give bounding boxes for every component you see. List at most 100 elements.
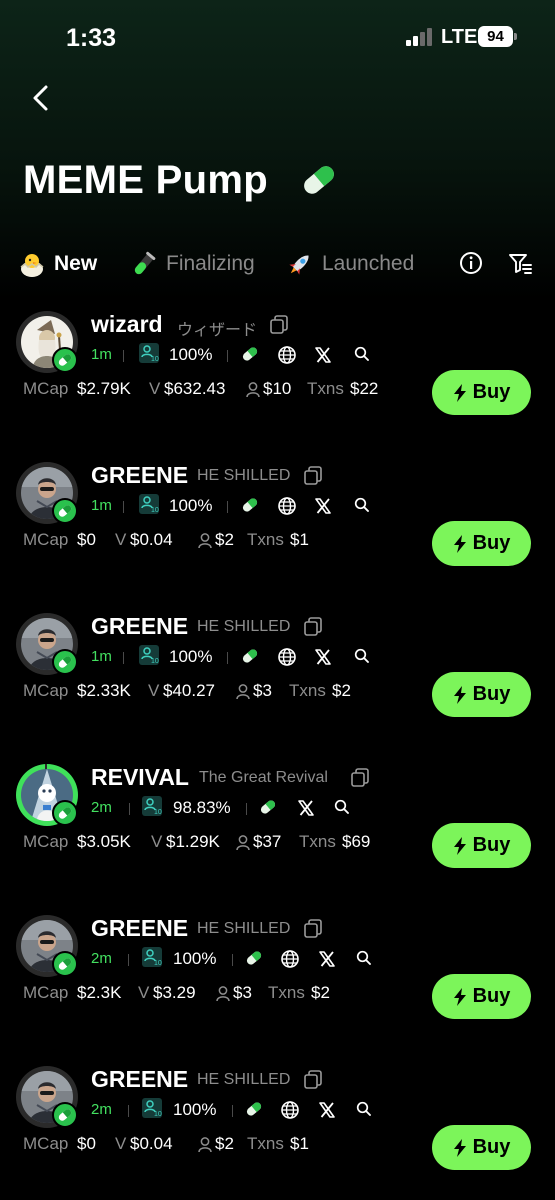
buy-button[interactable]: Buy — [432, 672, 531, 717]
token-subtitle: HE SHILLED — [197, 467, 291, 484]
website-link-icon[interactable] — [280, 1100, 300, 1120]
mcap-label: MCap — [23, 379, 69, 398]
token-subtitle: ウィザード — [177, 322, 258, 339]
pill-badge-icon — [52, 347, 78, 373]
lightning-icon — [453, 987, 473, 1007]
back-button[interactable] — [24, 80, 60, 116]
divider — [123, 501, 124, 513]
x-link-icon[interactable] — [317, 949, 337, 969]
token-name[interactable]: wizard — [91, 311, 163, 338]
pill-link-icon[interactable] — [259, 798, 279, 818]
divider — [227, 350, 228, 362]
x-link-icon[interactable] — [313, 647, 333, 667]
volume-label: V — [138, 983, 150, 1002]
pill-icon — [304, 166, 334, 194]
token-avatar[interactable] — [16, 1066, 78, 1128]
lightning-icon — [453, 1138, 473, 1158]
copy-icon[interactable] — [302, 465, 324, 487]
volume-label: V — [151, 832, 163, 851]
x-link-icon[interactable] — [317, 1100, 337, 1120]
search-icon[interactable] — [353, 647, 373, 667]
token-name[interactable]: GREENE — [91, 462, 188, 489]
volume-value: $632.43 — [164, 379, 226, 398]
divider — [232, 954, 233, 966]
tab-new[interactable]: New — [18, 246, 97, 282]
pill-link-icon[interactable] — [245, 949, 265, 969]
search-icon[interactable] — [333, 798, 353, 818]
x-link-icon[interactable] — [313, 496, 333, 516]
token-avatar[interactable] — [16, 311, 78, 373]
buy-button[interactable]: Buy — [432, 823, 531, 868]
top-holders-icon: 10 — [141, 946, 162, 968]
mcap-value: $2.3K — [77, 983, 122, 1002]
svg-text:10: 10 — [154, 1111, 162, 1118]
token-meta-row: 1m 10 100% — [91, 342, 391, 368]
buy-button[interactable]: Buy — [432, 521, 531, 566]
copy-icon[interactable] — [302, 1069, 324, 1091]
search-icon[interactable] — [355, 1100, 375, 1120]
txns-label: Txns — [299, 832, 336, 851]
token-name[interactable]: GREENE — [91, 1066, 188, 1093]
token-card[interactable]: GREENE HE SHILLED 1m 10 100% MCap $0 V $0.04 $2 Tx… — [0, 453, 555, 604]
search-icon[interactable] — [353, 345, 373, 365]
token-name[interactable]: REVIVAL — [91, 764, 189, 791]
website-link-icon[interactable] — [277, 647, 297, 667]
status-bar: 1:33 LTE 94 — [0, 0, 555, 70]
divider — [123, 652, 124, 664]
website-link-icon[interactable] — [277, 496, 297, 516]
mcap-value: $0 — [77, 1134, 96, 1153]
mcap-value: $3.05K — [77, 832, 131, 851]
copy-icon[interactable] — [302, 616, 324, 638]
lightning-icon — [453, 685, 473, 705]
holders-value: $10 — [263, 379, 292, 398]
token-card[interactable]: wizard ウィザード 1m 10 100% MCap $2.79K V $632.43 $10… — [0, 302, 555, 453]
divider — [128, 954, 129, 966]
search-icon[interactable] — [353, 496, 373, 516]
volume-value: $3.29 — [153, 983, 196, 1002]
buy-button[interactable]: Buy — [432, 1125, 531, 1170]
token-name[interactable]: GREENE — [91, 915, 188, 942]
website-link-icon[interactable] — [277, 345, 297, 365]
token-age: 1m — [91, 648, 112, 665]
token-stats-row: MCap $0 V $0.04 $2 Txns $1 — [23, 530, 433, 554]
filter-icon[interactable] — [507, 250, 533, 276]
token-card[interactable]: GREENE HE SHILLED 1m 10 100% MCap $2.33K V $40.2… — [0, 604, 555, 755]
person-icon — [197, 1136, 213, 1154]
token-avatar[interactable] — [16, 613, 78, 675]
token-avatar[interactable] — [16, 915, 78, 977]
page-title: MEME Pump — [23, 158, 268, 202]
buy-button[interactable]: Buy — [432, 974, 531, 1019]
tab-finalizing[interactable]: Finalizing — [130, 246, 255, 282]
token-card[interactable]: GREENE HE SHILLED 2m 10 100% MCap $0 V $0.04 $2 Tx… — [0, 1057, 555, 1200]
pill-link-icon[interactable] — [241, 345, 261, 365]
copy-icon[interactable] — [302, 918, 324, 940]
pill-link-icon[interactable] — [241, 496, 261, 516]
person-icon — [197, 532, 213, 550]
copy-icon[interactable] — [349, 767, 371, 789]
person-icon — [245, 381, 261, 399]
x-link-icon[interactable] — [313, 345, 333, 365]
search-icon[interactable] — [355, 949, 375, 969]
holders-percent: 100% — [169, 647, 213, 666]
divider — [128, 1105, 129, 1117]
divider — [129, 803, 130, 815]
token-card[interactable]: REVIVAL The Great Revival 2m 10 98.83% MCap $3… — [0, 755, 555, 906]
info-icon[interactable] — [458, 250, 484, 276]
website-link-icon[interactable] — [280, 949, 300, 969]
x-link-icon[interactable] — [296, 798, 316, 818]
token-meta-row: 2m 10 98.83% — [91, 795, 391, 821]
tab-launched[interactable]: Launched — [286, 246, 414, 282]
token-avatar[interactable] — [16, 462, 78, 524]
pill-link-icon[interactable] — [245, 1100, 265, 1120]
pill-link-icon[interactable] — [241, 647, 261, 667]
copy-icon[interactable] — [268, 314, 290, 336]
token-subtitle: HE SHILLED — [197, 1071, 291, 1088]
mcap-label: MCap — [23, 530, 69, 549]
token-card[interactable]: GREENE HE SHILLED 2m 10 100% MCap $2.3K V $3.29 $… — [0, 906, 555, 1057]
token-avatar[interactable] — [16, 764, 78, 826]
buy-label: Buy — [472, 532, 511, 554]
txns-value: $1 — [290, 530, 309, 549]
tab-launched-label: Launched — [322, 252, 415, 275]
token-name[interactable]: GREENE — [91, 613, 188, 640]
buy-button[interactable]: Buy — [432, 370, 531, 415]
